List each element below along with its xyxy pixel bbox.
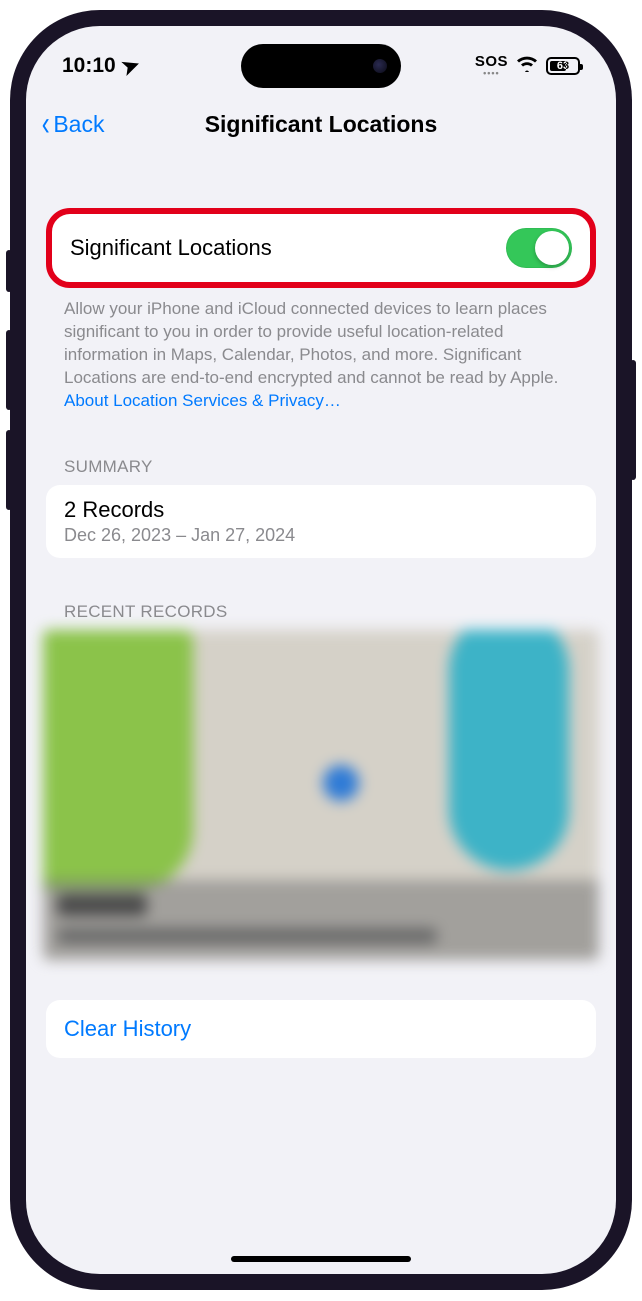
page-title: Significant Locations — [26, 111, 616, 138]
map-place-title — [57, 894, 147, 916]
chevron-left-icon: ‹ — [42, 107, 50, 141]
silent-switch — [6, 250, 12, 292]
significant-locations-toggle[interactable] — [506, 228, 572, 268]
description-text: Allow your iPhone and iCloud connected d… — [46, 288, 596, 413]
phone-frame: 10:10 ➤ SOS •••• 63 ‹ Back — [10, 10, 632, 1290]
location-arrow-icon: ➤ — [118, 51, 143, 81]
screen: 10:10 ➤ SOS •••• 63 ‹ Back — [26, 26, 616, 1274]
clear-history-button[interactable]: Clear History — [46, 1000, 596, 1058]
recent-records-header: RECENT RECORDS — [46, 602, 596, 630]
map-green-area — [43, 630, 193, 890]
volume-down-button — [6, 430, 12, 510]
summary-count: 2 Records — [64, 497, 578, 523]
battery-icon: 63 — [546, 57, 580, 75]
map-blue-area — [449, 630, 569, 870]
nav-bar: ‹ Back Significant Locations — [26, 96, 616, 152]
toggle-label: Significant Locations — [70, 235, 272, 261]
highlight-annotation: Significant Locations — [46, 208, 596, 288]
location-dot-icon — [323, 765, 359, 801]
wifi-icon — [516, 55, 538, 78]
front-camera-icon — [373, 59, 387, 73]
back-button[interactable]: ‹ Back — [40, 107, 104, 141]
recent-record-map[interactable] — [43, 630, 599, 960]
map-footer-overlay — [43, 880, 599, 960]
dynamic-island — [241, 44, 401, 88]
summary-row[interactable]: 2 Records Dec 26, 2023 – Jan 27, 2024 — [46, 485, 596, 558]
volume-up-button — [6, 330, 12, 410]
toggle-knob — [535, 231, 569, 265]
privacy-link[interactable]: About Location Services & Privacy… — [64, 391, 341, 410]
summary-date-range: Dec 26, 2023 – Jan 27, 2024 — [64, 525, 578, 546]
home-indicator[interactable] — [231, 1256, 411, 1262]
summary-header: SUMMARY — [46, 457, 596, 485]
side-button — [630, 360, 636, 480]
sos-indicator: SOS •••• — [475, 54, 508, 78]
significant-locations-row[interactable]: Significant Locations — [56, 218, 586, 278]
back-label: Back — [53, 111, 104, 138]
map-place-subtitle — [57, 928, 437, 944]
status-time: 10:10 — [62, 54, 116, 78]
